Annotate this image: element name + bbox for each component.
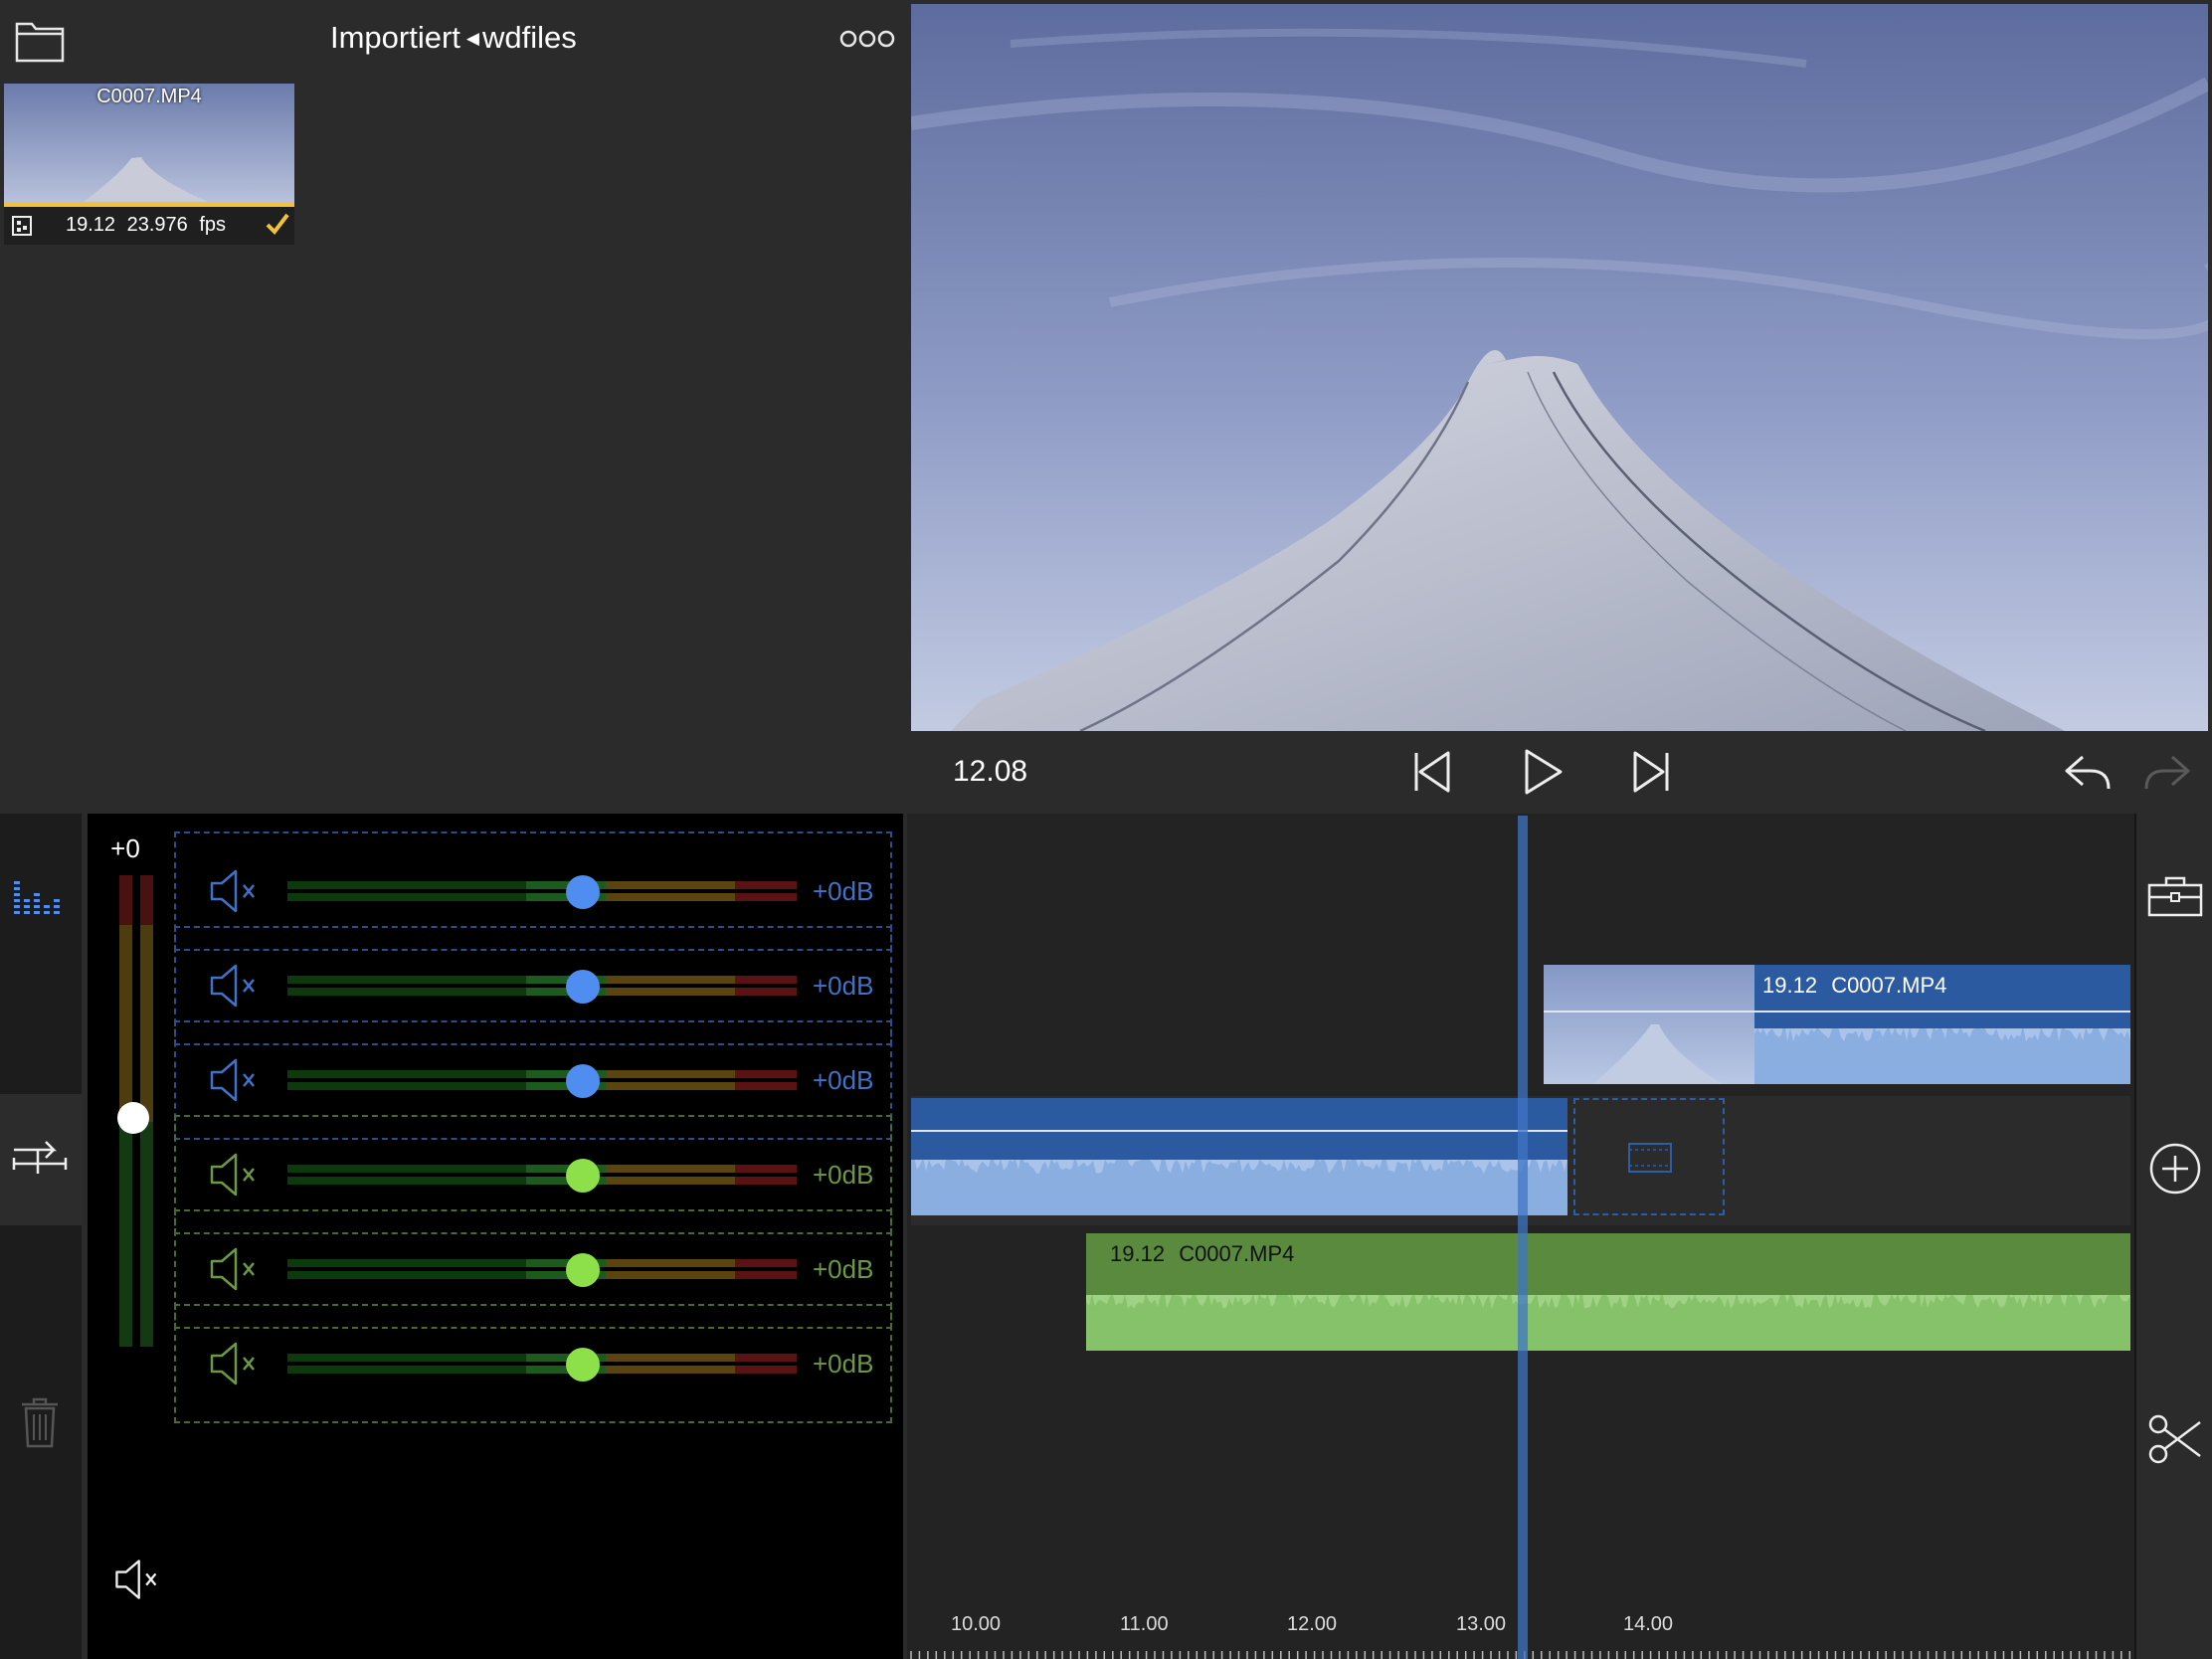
ruler-label: 14.00 [1623,1613,1674,1635]
clip-top-label: 19.12 C0007.MP4 [1762,973,1946,999]
add-icon[interactable] [2148,1142,2202,1196]
volume-fader-track[interactable] [287,1161,797,1189]
ruler-label: 11.00 [1120,1613,1169,1635]
clip-audio-waveform [1086,1279,2130,1351]
media-browser: Importiert ◀wdfiles C0007.MP4 19.12 23.9… [0,0,907,814]
ruler-label: 12.00 [1287,1613,1338,1635]
clip-volume-line [911,1130,1567,1132]
left-toolbar [0,814,82,1659]
mute-icon[interactable] [204,1336,260,1391]
toolbox-icon[interactable] [2146,873,2204,919]
more-icon[interactable] [839,26,895,52]
trim-icon [12,1141,68,1174]
volume-knob[interactable] [566,1253,600,1287]
mixer-icon [14,881,60,914]
volume-knob[interactable] [566,1064,600,1098]
clip-audio-name: C0007.MP4 [1179,1241,1295,1266]
channel-db-value: +0dB [813,1065,874,1095]
volume-fader-track[interactable] [287,877,797,905]
clip-info: 19.12 23.976 fps [66,214,226,237]
film-icon [1628,1143,1672,1173]
clip-audio-duration: 19.12 [1110,1241,1166,1266]
skip-back-icon[interactable] [1404,745,1458,799]
mixer-channel-6: +0dB [174,1304,892,1423]
volume-knob[interactable] [566,1348,600,1382]
clip-top-waveform [1754,1013,2130,1084]
browser-path: wdfiles [482,20,577,55]
clip-used-bar [4,202,294,207]
browser-title-label: Importiert [330,20,461,55]
right-toolbar [2134,814,2212,1659]
skip-forward-icon[interactable] [1625,745,1679,799]
volume-fader-track[interactable] [287,972,797,1000]
master-volume-knob[interactable] [117,1102,149,1134]
clip-name: C0007.MP4 [96,86,202,107]
clip-top-thumbnail [1544,965,1754,1084]
audio-mixer: +0 +0dB +0dB +0dB +0dB +0dB +0dB [88,814,903,1659]
empty-video-slot[interactable] [1573,1098,1725,1215]
mixer-tab[interactable] [0,814,82,1094]
channel-db-value: +0dB [813,1160,874,1190]
mute-icon[interactable] [204,863,260,919]
channel-db-value: +0dB [813,876,874,906]
browser-title[interactable]: Importiert ◀wdfiles [330,20,577,56]
play-icon[interactable] [1515,745,1568,799]
timeline-clip-audio[interactable]: 19.12 C0007.MP4 [1086,1233,2130,1351]
undo-icon[interactable] [2061,745,2115,799]
ruler-label: 10.00 [951,1613,1002,1635]
clip-fps: 23.976 fps [126,214,227,236]
clip-thumbnail[interactable]: C0007.MP4 19.12 23.976 fps [4,84,294,245]
volume-knob[interactable] [566,1159,600,1193]
volume-knob[interactable] [566,875,600,909]
check-icon [266,213,289,236]
film-icon [12,216,32,236]
timeline-clip-video-mid[interactable] [911,1098,1567,1215]
channel-db-value: +0dB [813,971,874,1001]
clip-audio-label: 19.12 C0007.MP4 [1110,1241,1294,1267]
volume-fader-track[interactable] [287,1255,797,1283]
channel-db-value: +0dB [813,1254,874,1284]
preview-viewer[interactable] [911,4,2208,731]
playhead[interactable] [1518,816,1528,1659]
volume-fader-track[interactable] [287,1066,797,1094]
timeline-clip-video-top[interactable]: 19.12 C0007.MP4 [1544,965,2130,1084]
mute-icon[interactable] [204,1241,260,1297]
folder-icon[interactable] [14,16,66,64]
clip-top-duration: 19.12 [1762,973,1818,998]
clip-duration: 19.12 [66,214,116,236]
mute-icon[interactable] [109,1554,161,1605]
scissors-icon[interactable] [2146,1410,2204,1468]
mute-icon[interactable] [204,958,260,1014]
clip-mid-waveform [911,1144,1567,1215]
trash-icon[interactable] [18,1394,62,1450]
redo-icon[interactable] [2140,745,2194,799]
current-timecode: 12.08 [953,755,1028,788]
transport-bar: 12.08 [907,731,2212,814]
volume-knob[interactable] [566,970,600,1004]
volume-fader-track[interactable] [287,1350,797,1378]
mute-icon[interactable] [204,1147,260,1202]
ruler-label: 13.00 [1456,1613,1507,1635]
master-level-label: +0 [110,833,140,863]
clip-top-name: C0007.MP4 [1831,973,1947,998]
mute-icon[interactable] [204,1052,260,1108]
back-arrow-icon: ◀ [465,29,479,48]
channel-db-value: +0dB [813,1349,874,1379]
